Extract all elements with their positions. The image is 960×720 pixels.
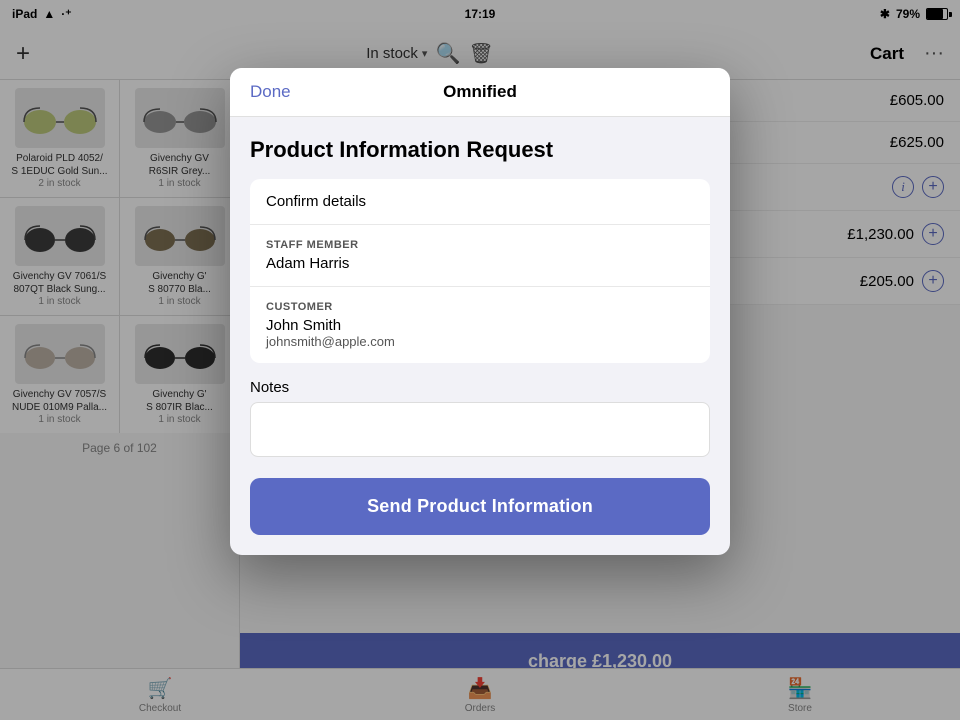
product-info-modal: Done Omnified Product Information Reques… xyxy=(230,68,730,555)
modal-app-name: Omnified xyxy=(443,82,517,102)
staff-member-label: STAFF MEMBER xyxy=(266,239,694,251)
modal-body: Product Information Request Confirm deta… xyxy=(230,117,730,555)
details-card: Confirm details STAFF MEMBER Adam Harris… xyxy=(250,179,710,363)
send-product-info-button[interactable]: Send Product Information xyxy=(250,478,710,535)
customer-label: CUSTOMER xyxy=(266,301,694,313)
confirm-details-section: Confirm details xyxy=(250,179,710,225)
staff-member-value: Adam Harris xyxy=(266,255,694,272)
customer-email: johnsmith@apple.com xyxy=(266,334,694,349)
staff-member-section: STAFF MEMBER Adam Harris xyxy=(250,225,710,287)
done-button[interactable]: Done xyxy=(250,82,291,102)
modal-nav: Done Omnified xyxy=(230,68,730,117)
modal-heading: Product Information Request xyxy=(250,137,710,163)
customer-section: CUSTOMER John Smith johnsmith@apple.com xyxy=(250,287,710,363)
confirm-details-label: Confirm details xyxy=(266,193,694,210)
notes-input[interactable] xyxy=(250,402,710,457)
notes-label: Notes xyxy=(250,379,710,396)
customer-name: John Smith xyxy=(266,317,694,334)
